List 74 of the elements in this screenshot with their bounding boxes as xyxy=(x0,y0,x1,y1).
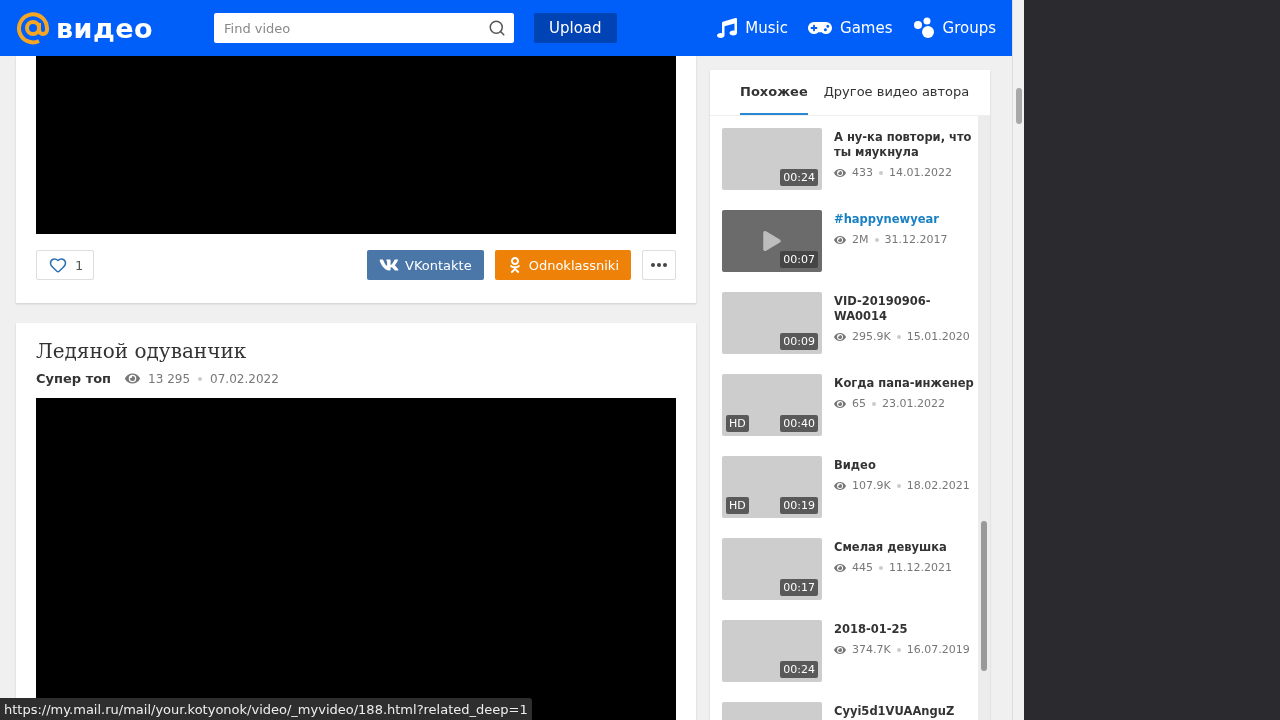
search-field[interactable]: Find video xyxy=(214,13,514,43)
ellipsis-icon xyxy=(651,263,667,267)
at-sign-icon xyxy=(16,11,50,45)
upload-date: 16.07.2019 xyxy=(906,643,970,656)
view-count: 65 xyxy=(852,397,866,410)
view-count: 13 295 xyxy=(148,371,191,386)
view-count: 445 xyxy=(852,561,873,574)
related-video-title[interactable]: Когда папа-инженер xyxy=(834,376,974,391)
tab[interactable]: Похожее xyxy=(740,70,808,115)
eye-icon xyxy=(834,643,846,656)
upload-date: 18.02.2021 xyxy=(906,479,970,492)
share-button[interactable]: VKontakte xyxy=(367,250,484,280)
upload-date: 15.01.2020 xyxy=(906,330,970,343)
video-player[interactable] xyxy=(36,56,676,234)
play-icon xyxy=(762,231,782,251)
upload-date: 14.01.2022 xyxy=(889,166,952,179)
browser-scrollbar[interactable] xyxy=(1012,0,1024,720)
music-icon xyxy=(717,18,738,38)
eye-icon xyxy=(834,561,846,574)
hd-badge: HD xyxy=(726,497,749,514)
heart-icon xyxy=(49,256,67,274)
duration-badge: 00:24 xyxy=(780,661,818,678)
upload-date: 23.01.2022 xyxy=(882,397,945,410)
related-video-title[interactable]: Cyyi5d1VUAAnguZ xyxy=(834,704,974,719)
scrollbar-thumb[interactable] xyxy=(1016,88,1022,124)
hd-badge: HD xyxy=(726,415,749,432)
related-video-title[interactable]: #happynewyear xyxy=(834,212,974,227)
upload-button[interactable]: Upload xyxy=(534,13,617,43)
video-thumbnail[interactable]: HD 00:40 xyxy=(722,374,822,436)
nav-link[interactable]: Groups xyxy=(912,16,996,40)
status-url: https://my.mail.ru/mail/your.kotyonok/video/_myvideo/188.html?related_deep=1 xyxy=(0,698,532,720)
duration-badge: 00:24 xyxy=(780,169,818,186)
related-video-title[interactable]: Смелая девушка xyxy=(834,540,974,555)
view-count: 295.9K xyxy=(852,330,891,343)
video-thumbnail[interactable]: 00:17 xyxy=(722,538,822,600)
tab[interactable]: Другое видео автора xyxy=(823,70,970,115)
eye-icon xyxy=(834,397,846,410)
video-thumbnail[interactable]: 00:07 xyxy=(722,210,822,272)
scrollbar[interactable] xyxy=(978,116,990,720)
eye-icon xyxy=(834,233,846,246)
more-button[interactable] xyxy=(642,250,676,280)
related-video-title[interactable]: Видео xyxy=(834,458,974,473)
view-count: 374.7K xyxy=(852,643,891,656)
related-video-title[interactable]: А ну-ка повтори, что ты мяукнула xyxy=(834,130,974,160)
logo-text: видео xyxy=(56,12,154,44)
scrollbar-thumb[interactable] xyxy=(981,521,987,671)
view-count: 433 xyxy=(852,166,873,179)
duration-badge: 00:09 xyxy=(780,333,818,350)
video-thumbnail[interactable]: 00:24 xyxy=(722,620,822,682)
view-count: 107.9K xyxy=(852,479,891,492)
upload-date: 31.12.2017 xyxy=(884,233,948,246)
eye-icon xyxy=(834,479,846,492)
video-thumbnail[interactable]: 00:09 xyxy=(722,292,822,354)
nav-link[interactable]: Games xyxy=(808,16,893,40)
video-thumbnail[interactable]: HD 00:19 xyxy=(722,456,822,518)
duration-badge: 00:17 xyxy=(780,579,818,596)
view-count: 2M xyxy=(852,233,869,246)
video-title: Ледяной одуванчик xyxy=(36,339,248,363)
like-button[interactable]: 1 xyxy=(36,250,94,280)
video-thumbnail[interactable]: 00:24 xyxy=(722,128,822,190)
eye-icon xyxy=(125,371,141,386)
duration-badge: 00:19 xyxy=(780,497,818,514)
duration-badge: 00:07 xyxy=(780,251,818,268)
search-icon[interactable] xyxy=(488,19,506,37)
nav-link[interactable]: Music xyxy=(717,16,789,40)
related-video-title[interactable]: 2018-01-25 xyxy=(834,622,974,637)
groups-icon xyxy=(912,17,935,39)
upload-date: 11.12.2021 xyxy=(889,561,952,574)
upload-date: 07.02.2022 xyxy=(210,371,279,386)
eye-icon xyxy=(834,330,846,343)
related-video-title[interactable]: VID-20190906-WA0014 xyxy=(834,294,974,324)
author-name[interactable]: Супер топ xyxy=(36,371,112,386)
eye-icon xyxy=(834,166,846,179)
duration-badge: 00:40 xyxy=(780,415,818,432)
